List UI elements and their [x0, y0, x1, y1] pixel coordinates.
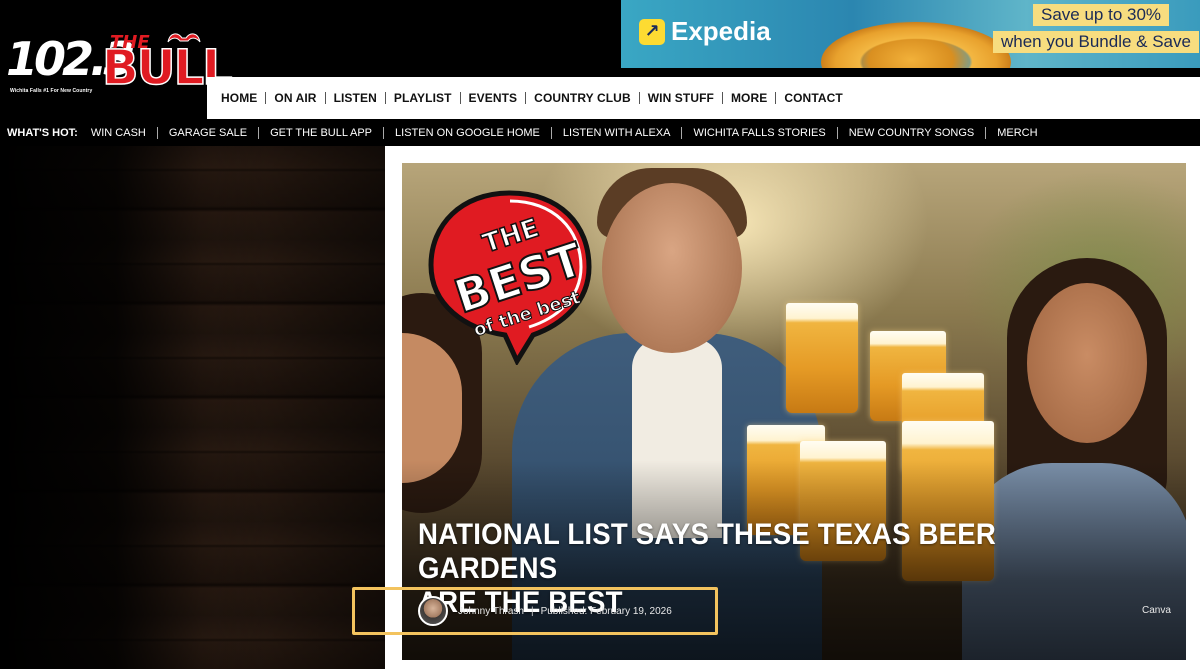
hot-link-bull-app[interactable]: GET THE BULL APP — [265, 127, 377, 139]
hot-divider — [156, 126, 158, 139]
nav-listen[interactable]: LISTEN — [326, 91, 385, 105]
nav-events[interactable]: EVENTS — [461, 91, 526, 105]
nav-more[interactable]: MORE — [723, 91, 775, 105]
ad-offer-line1: Save up to 30% — [1033, 4, 1170, 26]
hot-link-win-cash[interactable]: WIN CASH — [86, 127, 151, 139]
nav-playlist[interactable]: PLAYLIST — [386, 91, 460, 105]
hot-divider — [383, 126, 385, 139]
logo-tagline: Wichita Falls #1 For New Country — [10, 88, 93, 94]
main-navigation: HOME ON AIR LISTEN PLAYLIST EVENTS COUNT… — [207, 77, 1200, 119]
nav-on-air[interactable]: ON AIR — [266, 91, 324, 105]
wood-background — [0, 146, 385, 669]
nav-win-stuff[interactable]: WIN STUFF — [640, 91, 722, 105]
nav-home[interactable]: HOME — [213, 91, 265, 105]
nav-contact[interactable]: CONTACT — [776, 91, 850, 105]
nav-country-club[interactable]: COUNTRY CLUB — [526, 91, 639, 105]
expedia-brand: ↗ Expedia — [639, 16, 771, 47]
headline-line-1: NATIONAL LIST SAYS THESE TEXAS BEER GARD… — [418, 518, 996, 585]
expedia-logo-icon: ↗ — [639, 18, 665, 45]
hot-link-new-country[interactable]: NEW COUNTRY SONGS — [844, 127, 980, 139]
woman-right-face — [1027, 283, 1147, 443]
man-face — [602, 183, 742, 353]
hot-link-garage-sale[interactable]: GARAGE SALE — [164, 127, 252, 139]
byline-highlight-box — [352, 587, 718, 635]
hot-link-wichita-stories[interactable]: WICHITA FALLS STORIES — [688, 127, 830, 139]
whats-hot-label: WHAT'S HOT: — [7, 126, 78, 139]
best-of-the-best-badge: THE BEST of the best — [428, 190, 592, 365]
hot-link-merch[interactable]: MERCH — [992, 127, 1042, 139]
whats-hot-bar: WHAT'S HOT: WIN CASH GARAGE SALE GET THE… — [0, 119, 1200, 146]
image-credit: Canva — [1142, 605, 1171, 616]
hot-divider — [258, 126, 260, 139]
hot-divider — [985, 126, 987, 139]
hot-divider — [836, 126, 838, 139]
hot-link-alexa[interactable]: LISTEN WITH ALEXA — [558, 127, 676, 139]
hot-divider — [550, 126, 552, 139]
hot-link-google-home[interactable]: LISTEN ON GOOGLE HOME — [390, 127, 545, 139]
station-logo[interactable]: 102.3 THE BULL Wichita Falls #1 For New … — [6, 30, 233, 100]
hot-divider — [681, 126, 683, 139]
expedia-brand-name: Expedia — [671, 16, 771, 46]
expedia-ad-banner[interactable]: ↗ Expedia Save up to 30% when you Bundle… — [621, 0, 1200, 68]
pool-float-image — [821, 22, 1011, 68]
beer-glass — [786, 303, 858, 413]
ad-offer-line2: when you Bundle & Save — [993, 31, 1199, 53]
